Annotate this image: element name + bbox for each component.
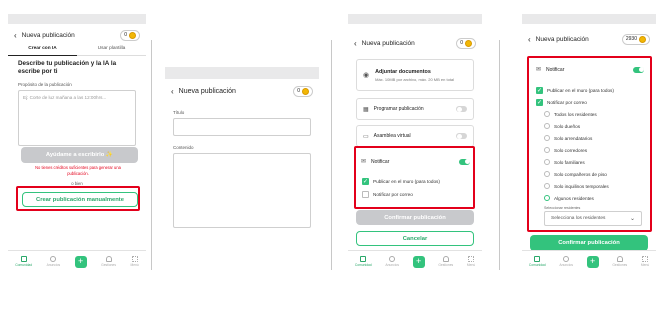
chat-icon — [389, 256, 396, 262]
tab-ai[interactable]: Crear con IA — [8, 46, 77, 56]
tab-announcements[interactable]: Anuncios — [385, 256, 399, 267]
page-title: Nueva publicación — [178, 87, 236, 95]
building-icon — [20, 256, 27, 262]
bell-icon — [105, 256, 112, 262]
highlight-notify-options — [527, 56, 652, 232]
header: ‹ Nueva publicación 2930 — [522, 28, 656, 50]
tab-announcements[interactable]: Anuncios — [47, 256, 60, 267]
content-label: Contenido — [173, 145, 194, 150]
divider — [331, 40, 332, 270]
confirm-button[interactable]: Confirmar publicación — [530, 235, 648, 251]
cancel-button[interactable]: Cancelar — [356, 231, 474, 246]
credits-badge[interactable]: 0 — [293, 85, 313, 97]
screen-publish-options: ‹ Nueva publicación 0 ◉ Adjuntar documen… — [348, 14, 482, 272]
bottom-tabbar: Comunidad Anuncios + Gestiones Menú — [348, 250, 482, 272]
back-arrow-icon[interactable]: ‹ — [171, 87, 174, 96]
plus-icon: + — [586, 255, 599, 268]
attach-subtitle: Máx. 10MB por archivo, máx. 20 MB en tot… — [375, 76, 455, 82]
building-icon — [360, 256, 367, 262]
grid-icon — [131, 256, 138, 262]
title-label: Título — [173, 110, 185, 115]
tab-menu[interactable]: Menú — [467, 256, 475, 267]
coin-icon — [129, 31, 136, 39]
tab-template[interactable]: Usar plantilla — [77, 46, 146, 56]
help-write-button[interactable]: Ayúdame a escribirlo ✨ — [21, 147, 138, 163]
tab-add[interactable]: + — [74, 255, 87, 268]
header: ‹ Nueva publicación 0 — [165, 79, 319, 103]
screen-manual-create: ‹ Nueva publicación 0 Título Contenido — [165, 67, 319, 247]
credits-warning: No tienes créditos suficientes para gene… — [35, 165, 121, 176]
status-bar — [8, 14, 146, 24]
schedule-card: ▦ Programar publicación — [356, 98, 474, 120]
bell-icon — [616, 256, 623, 262]
page-title: Nueva publicación — [21, 31, 75, 39]
status-bar — [522, 14, 656, 24]
assembly-card: ▭ Asamblea virtual — [356, 125, 474, 147]
tab-management[interactable]: Gestiones — [612, 256, 627, 267]
credits-badge[interactable]: 0 — [456, 37, 476, 49]
plus-icon: + — [412, 255, 425, 268]
attach-documents-card[interactable]: ◉ Adjuntar documentos Máx. 10MB por arch… — [356, 59, 474, 91]
title-input[interactable] — [173, 118, 311, 136]
building-icon — [534, 256, 541, 262]
bell-icon — [442, 256, 449, 262]
calendar-icon: ▦ — [363, 106, 369, 113]
status-bar — [348, 14, 482, 24]
grid-icon — [468, 256, 475, 262]
page-title: Nueva publicación — [361, 39, 415, 47]
page-title: Nueva publicación — [535, 35, 589, 43]
schedule-toggle[interactable] — [456, 106, 467, 112]
highlight-notify-section — [354, 146, 475, 209]
coin-icon — [639, 35, 646, 43]
attach-title: Adjuntar documentos — [375, 68, 431, 75]
assembly-toggle[interactable] — [456, 133, 467, 139]
credits-badge[interactable]: 2930 — [621, 33, 650, 45]
tab-add[interactable]: + — [412, 255, 425, 268]
confirm-button[interactable]: Confirmar publicación — [356, 210, 474, 225]
tab-add[interactable]: + — [586, 255, 599, 268]
credits-badge[interactable]: 0 — [120, 29, 140, 41]
status-bar — [165, 67, 319, 79]
divider — [499, 40, 500, 270]
tab-announcements[interactable]: Anuncios — [559, 256, 573, 267]
tab-community[interactable]: Comunidad — [15, 256, 32, 267]
header: ‹ Nueva publicación 0 — [8, 24, 146, 46]
plus-icon: + — [74, 255, 87, 268]
eye-icon: ◉ — [363, 72, 370, 79]
chat-icon — [563, 256, 570, 262]
content-textarea[interactable] — [173, 153, 311, 228]
purpose-label: Propósito de la publicación — [18, 82, 72, 87]
divider — [151, 40, 152, 270]
back-arrow-icon[interactable]: ‹ — [354, 39, 357, 48]
tab-menu[interactable]: Menú — [641, 256, 649, 267]
tab-management[interactable]: Gestiones — [101, 256, 116, 267]
tab-menu[interactable]: Menú — [130, 256, 139, 267]
coin-icon — [302, 87, 309, 95]
tab-community[interactable]: Comunidad — [355, 256, 372, 267]
coin-icon — [465, 39, 472, 47]
chat-icon — [50, 256, 57, 262]
schedule-label: Programar publicación — [373, 106, 424, 112]
purpose-placeholder: Ej: Corte de luz mañana a las 12:00hrs..… — [23, 95, 107, 100]
ai-heading: Describe tu publicación y la IA la escri… — [18, 60, 117, 76]
tab-community[interactable]: Comunidad — [529, 256, 546, 267]
grid-icon — [642, 256, 649, 262]
screen-ai-create: ‹ Nueva publicación 0 Crear con IA Usar … — [8, 14, 146, 272]
tab-management[interactable]: Gestiones — [438, 256, 453, 267]
bottom-tabbar: Comunidad Anuncios + Gestiones Menú — [8, 250, 146, 272]
video-icon: ▭ — [363, 133, 369, 140]
back-arrow-icon[interactable]: ‹ — [528, 35, 531, 44]
highlight-manual-button — [16, 186, 140, 211]
header: ‹ Nueva publicación 0 — [348, 32, 482, 54]
purpose-textarea[interactable]: Ej: Corte de luz mañana a las 12:00hrs..… — [18, 90, 136, 146]
assembly-label: Asamblea virtual — [373, 133, 411, 139]
back-arrow-icon[interactable]: ‹ — [14, 31, 17, 40]
bottom-tabbar: Comunidad Anuncios + Gestiones Menú — [522, 250, 656, 272]
